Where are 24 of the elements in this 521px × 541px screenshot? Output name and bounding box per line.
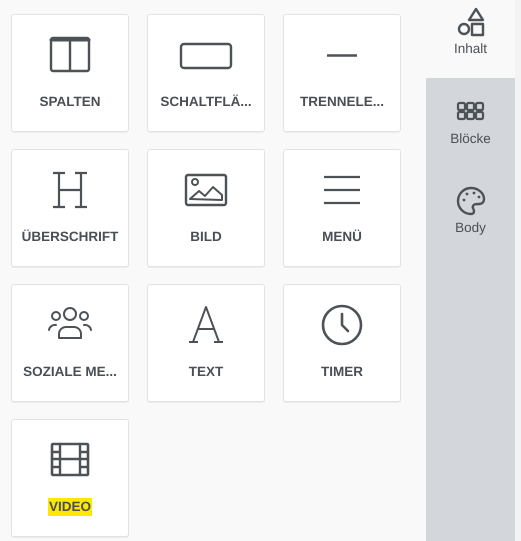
- block-tile[interactable]: MENÜ: [283, 149, 401, 267]
- block-tile[interactable]: SPALTEN: [11, 14, 129, 132]
- block-tile[interactable]: TRENNELE...: [283, 14, 401, 132]
- block-tile[interactable]: TEXT: [147, 284, 265, 402]
- palette-icon: [454, 185, 486, 217]
- block-label: SPALTEN: [38, 93, 102, 111]
- block-label: MENÜ: [321, 228, 363, 246]
- sidebar-tab[interactable]: Inhalt: [426, 0, 515, 78]
- block-label: ÜBERSCHRIFT: [20, 228, 120, 246]
- clock-icon: [319, 302, 365, 348]
- block-label: TIMER: [320, 363, 364, 381]
- divider-icon: [327, 54, 357, 57]
- block-tile[interactable]: SCHALTFLÄ...: [147, 14, 265, 132]
- block-tile[interactable]: BILD: [147, 149, 265, 267]
- block-tile[interactable]: TIMER: [283, 284, 401, 402]
- block-label: SOZIALE ME...: [22, 363, 118, 381]
- block-label: BILD: [189, 228, 223, 246]
- block-label: SCHALTFLÄ...: [159, 93, 253, 111]
- block-label: TEXT: [188, 363, 224, 381]
- block-label: VIDEO: [48, 498, 92, 516]
- block-tile[interactable]: ÜBERSCHRIFT: [11, 149, 129, 267]
- block-tile[interactable]: VIDEO: [11, 419, 129, 537]
- block-label: TRENNELE...: [298, 93, 385, 111]
- block-tile[interactable]: SOZIALE ME...: [11, 284, 129, 402]
